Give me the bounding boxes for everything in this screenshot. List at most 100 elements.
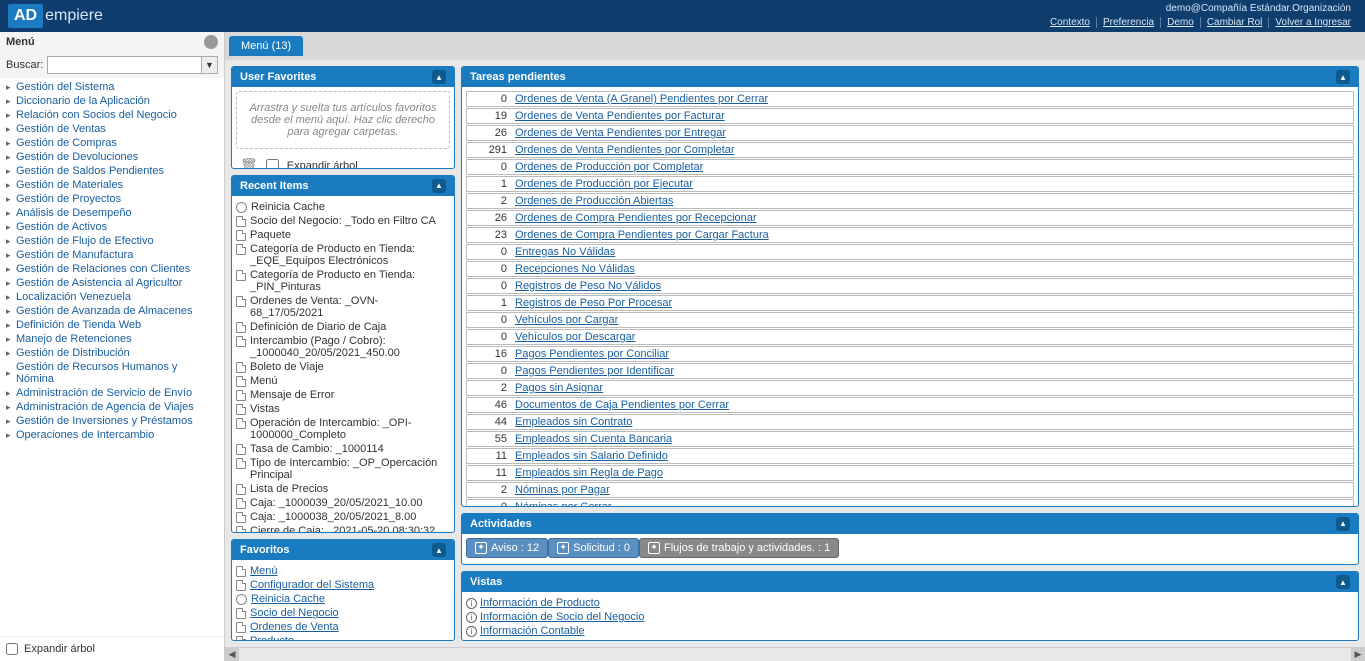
recent-item[interactable]: Lista de Precios (236, 482, 450, 496)
sidebar-item[interactable]: ▸Gestión de Avanzada de Almacenes (6, 304, 218, 318)
task-link[interactable]: Empleados sin Regla de Pago (515, 467, 663, 479)
task-link[interactable]: Ordenes de Producción Abiertas (515, 195, 673, 207)
activity-button[interactable]: ✦Solicitud : 0 (548, 538, 639, 558)
view-link[interactable]: Información Contable (480, 625, 585, 637)
sidebar-item[interactable]: ▸Gestión de Materiales (6, 178, 218, 192)
task-link[interactable]: Nóminas por Cerrar (515, 501, 612, 507)
sidebar-item[interactable]: ▸Gestión de Inversiones y Préstamos (6, 414, 218, 428)
top-link-contexto[interactable]: Contexto (1044, 17, 1097, 28)
horizontal-scrollbar[interactable]: ◀ ▶ (225, 647, 1365, 661)
favorite-item-label[interactable]: Reinicia Cache (251, 593, 325, 605)
task-link[interactable]: Empleados sin Contrato (515, 416, 632, 428)
sidebar-item[interactable]: ▸Relación con Socios del Negocio (6, 108, 218, 122)
view-item[interactable]: iInformación de Producto (466, 596, 1354, 610)
favorite-item[interactable]: Configurador del Sistema (236, 578, 450, 592)
task-link[interactable]: Empleados sin Cuenta Bancaria (515, 433, 672, 445)
favorites-drop-zone[interactable]: Arrastra y suelta tus artículos favorito… (236, 91, 450, 149)
activity-button[interactable]: ✦Aviso : 12 (466, 538, 548, 558)
task-link[interactable]: Empleados sin Salario Definido (515, 450, 668, 462)
recent-item[interactable]: Operación de Intercambio: _OPI-1000000_C… (236, 416, 450, 442)
scroll-right-icon[interactable]: ▶ (1351, 648, 1365, 661)
favorite-item-label[interactable]: Menú (250, 565, 278, 577)
recent-item[interactable]: Menú (236, 374, 450, 388)
search-dropdown-icon[interactable]: ▼ (201, 57, 217, 73)
recent-item[interactable]: Paquete (236, 228, 450, 242)
task-link[interactable]: Ordenes de Producción por Completar (515, 161, 703, 173)
recent-item[interactable]: Intercambio (Pago / Cobro): _1000040_20/… (236, 334, 450, 360)
top-link-demo[interactable]: Demo (1161, 17, 1201, 28)
view-item[interactable]: iInformación de Socio del Negocio (466, 610, 1354, 624)
recent-item[interactable]: Vistas (236, 402, 450, 416)
task-link[interactable]: Entregas No Válidas (515, 246, 615, 258)
sidebar-item[interactable]: ▸Diccionario de la Aplicación (6, 94, 218, 108)
task-link[interactable]: Vehículos por Cargar (515, 314, 618, 326)
recent-item[interactable]: Caja: _1000038_20/05/2021_8.00 (236, 510, 450, 524)
favorite-item-label[interactable]: Producto (250, 635, 294, 641)
sidebar-item[interactable]: ▸Gestión de Saldos Pendientes (6, 164, 218, 178)
sidebar-item[interactable]: ▸Gestión de Relaciones con Clientes (6, 262, 218, 276)
expand-fav-checkbox[interactable] (266, 159, 279, 169)
recent-item[interactable]: Cierre de Caja: _2021-05-20 08:30:32 (236, 524, 450, 534)
collapse-icon[interactable]: ▲ (1336, 517, 1350, 531)
sidebar-item[interactable]: ▸Operaciones de Intercambio (6, 428, 218, 442)
sidebar-item[interactable]: ▸Gestión de Manufactura (6, 248, 218, 262)
activity-button[interactable]: ✦Flujos de trabajo y actividades. : 1 (639, 538, 839, 558)
collapse-icon[interactable]: ▲ (1336, 575, 1350, 589)
top-link-preferencia[interactable]: Preferencia (1097, 17, 1161, 28)
collapse-icon[interactable]: ▲ (432, 179, 446, 193)
recent-item[interactable]: Ordenes de Venta: _OVN-68_17/05/2021 (236, 294, 450, 320)
task-link[interactable]: Ordenes de Venta Pendientes por Completa… (515, 144, 735, 156)
search-input[interactable] (48, 57, 201, 73)
view-link[interactable]: Información de Socio del Negocio (480, 611, 644, 623)
task-link[interactable]: Pagos Pendientes por Conciliar (515, 348, 669, 360)
recent-item[interactable]: Reinicia Cache (236, 200, 450, 214)
sidebar-item[interactable]: ▸Gestión de Recursos Humanos y Nómina (6, 360, 218, 386)
sidebar-item[interactable]: ▸Gestión de Ventas (6, 122, 218, 136)
favorite-item-label[interactable]: Socio del Negocio (250, 607, 339, 619)
task-link[interactable]: Ordenes de Compra Pendientes por Cargar … (515, 229, 769, 241)
favorite-item[interactable]: Menú (236, 564, 450, 578)
task-link[interactable]: Ordenes de Compra Pendientes por Recepci… (515, 212, 757, 224)
sidebar-item[interactable]: ▸Gestión de Devoluciones (6, 150, 218, 164)
sidebar-item[interactable]: ▸Gestión del Sistema (6, 80, 218, 94)
top-link-cambiar-rol[interactable]: Cambiar Rol (1201, 17, 1270, 28)
recent-item[interactable]: Categoría de Producto en Tienda: _PIN_Pi… (236, 268, 450, 294)
task-link[interactable]: Ordenes de Producción por Ejecutar (515, 178, 693, 190)
sidebar-item[interactable]: ▸Gestión de Flujo de Efectivo (6, 234, 218, 248)
tab-menu[interactable]: Menú (13) (229, 36, 303, 56)
favorite-item-label[interactable]: Ordenes de Venta (250, 621, 339, 633)
favorite-item[interactable]: Reinicia Cache (236, 592, 450, 606)
top-link-volver-a-ingresar[interactable]: Volver a Ingresar (1269, 17, 1357, 28)
close-sidebar-icon[interactable] (204, 35, 218, 49)
task-link[interactable]: Nóminas por Pagar (515, 484, 610, 496)
favorite-item[interactable]: Producto (236, 634, 450, 641)
task-link[interactable]: Ordenes de Venta Pendientes por Entregar (515, 127, 726, 139)
sidebar-item[interactable]: ▸Administración de Agencia de Viajes (6, 400, 218, 414)
task-link[interactable]: Registros de Peso Por Procesar (515, 297, 672, 309)
favorite-item[interactable]: Ordenes de Venta (236, 620, 450, 634)
collapse-icon[interactable]: ▲ (1336, 70, 1350, 84)
task-link[interactable]: Pagos Pendientes por Identificar (515, 365, 674, 377)
view-item[interactable]: iInformación Contable (466, 624, 1354, 638)
sidebar-item[interactable]: ▸Definición de Tienda Web (6, 318, 218, 332)
recent-item[interactable]: Socio del Negocio: _Todo en Filtro CA (236, 214, 450, 228)
sidebar-item[interactable]: ▸Gestión de Asistencia al Agricultor (6, 276, 218, 290)
sidebar-item[interactable]: ▸Manejo de Retenciones (6, 332, 218, 346)
favorite-item-label[interactable]: Configurador del Sistema (250, 579, 374, 591)
sidebar-item[interactable]: ▸Gestión de Compras (6, 136, 218, 150)
sidebar-item[interactable]: ▸Localización Venezuela (6, 290, 218, 304)
task-link[interactable]: Vehículos por Descargar (515, 331, 635, 343)
recent-item[interactable]: Categoría de Producto en Tienda: _EQE_Eq… (236, 242, 450, 268)
expand-tree-checkbox[interactable] (6, 643, 18, 655)
recent-item[interactable]: Definición de Diario de Caja (236, 320, 450, 334)
sidebar-item[interactable]: ▸Análisis de Desempeño (6, 206, 218, 220)
task-link[interactable]: Registros de Peso No Válidos (515, 280, 661, 292)
recent-item[interactable]: Boleto de Viaje (236, 360, 450, 374)
task-link[interactable]: Documentos de Caja Pendientes por Cerrar (515, 399, 729, 411)
task-link[interactable]: Pagos sin Asignar (515, 382, 603, 394)
collapse-icon[interactable]: ▲ (432, 70, 446, 84)
task-link[interactable]: Ordenes de Venta Pendientes por Facturar (515, 110, 725, 122)
sidebar-item[interactable]: ▸Gestión de Activos (6, 220, 218, 234)
favorite-item[interactable]: Socio del Negocio (236, 606, 450, 620)
recent-item[interactable]: Tipo de Intercambio: _OP_Opercación Prin… (236, 456, 450, 482)
